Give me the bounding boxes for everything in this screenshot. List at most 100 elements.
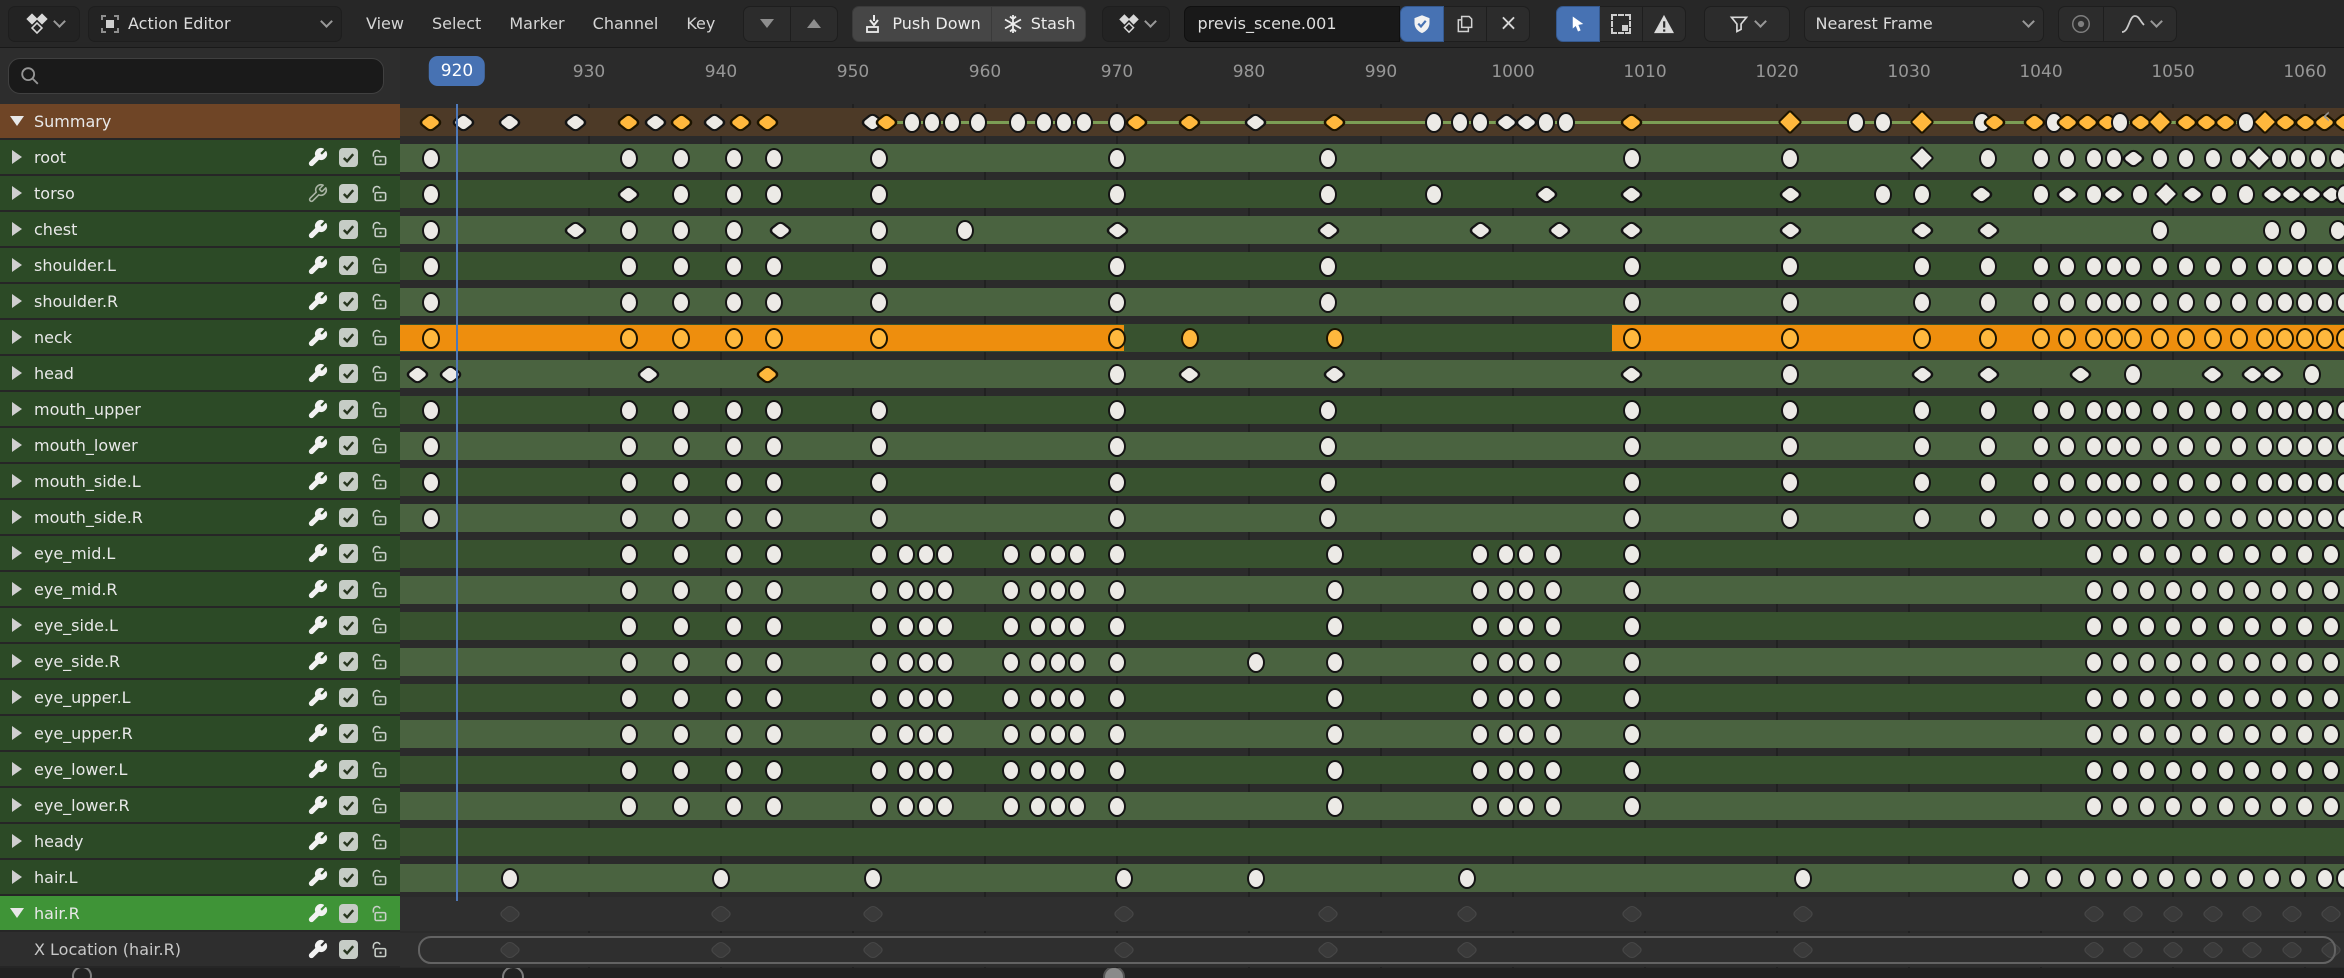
expand-icon[interactable] xyxy=(6,870,28,884)
channel-enable-checkbox[interactable] xyxy=(339,256,358,275)
horizontal-scrollbar[interactable] xyxy=(418,936,2336,964)
keyframe[interactable] xyxy=(1247,868,1265,889)
keyframe[interactable] xyxy=(2105,508,2123,529)
keyframe[interactable] xyxy=(725,220,743,241)
keyframe[interactable] xyxy=(1068,688,1086,709)
wrench-icon[interactable] xyxy=(307,147,328,168)
keyframe[interactable] xyxy=(2270,544,2288,565)
keyframe[interactable] xyxy=(2032,184,2050,205)
keyframe[interactable] xyxy=(870,544,888,565)
wrench-icon[interactable] xyxy=(307,507,328,528)
keyframe[interactable] xyxy=(1029,580,1047,601)
keyframe[interactable] xyxy=(765,760,783,781)
keyframe[interactable] xyxy=(1623,616,1641,637)
keyframe[interactable] xyxy=(2164,760,2182,781)
keyframe[interactable] xyxy=(1108,400,1126,421)
unlock-icon[interactable] xyxy=(369,219,390,240)
keyframe[interactable] xyxy=(2296,616,2314,637)
keyframe[interactable] xyxy=(917,796,935,817)
keyframe[interactable] xyxy=(1874,184,1892,205)
keyframe[interactable] xyxy=(1108,364,1126,385)
keyframe-lane-eye-mid-l[interactable] xyxy=(400,536,2344,572)
show-hidden-toggle[interactable] xyxy=(1600,6,1643,42)
keyframe[interactable] xyxy=(2243,544,2261,565)
keyframe[interactable] xyxy=(1471,616,1489,637)
keyframe[interactable] xyxy=(2296,580,2314,601)
keyframe[interactable] xyxy=(1049,544,1067,565)
keyframe[interactable] xyxy=(2058,400,2076,421)
keyframe[interactable] xyxy=(422,292,440,313)
keyframe[interactable] xyxy=(2204,328,2222,349)
keyframe[interactable] xyxy=(2085,652,2103,673)
keyframe[interactable] xyxy=(2177,508,2195,529)
unlock-icon[interactable] xyxy=(369,255,390,276)
keyframe[interactable] xyxy=(2322,796,2340,817)
keyframe[interactable] xyxy=(2105,256,2123,277)
channel-enable-checkbox[interactable] xyxy=(339,940,358,959)
keyframe[interactable] xyxy=(725,184,743,205)
keyframe[interactable] xyxy=(2270,760,2288,781)
wrench-icon[interactable] xyxy=(307,255,328,276)
keyframe[interactable] xyxy=(2124,400,2142,421)
keyframe[interactable] xyxy=(2078,868,2096,889)
keyframe-lane-hair-l[interactable] xyxy=(400,860,2344,896)
wrench-icon[interactable] xyxy=(307,327,328,348)
keyframe[interactable] xyxy=(870,436,888,457)
keyframe-lane-eye-side-r[interactable] xyxy=(400,644,2344,680)
stash-button[interactable]: Stash xyxy=(992,6,1087,42)
keyframe[interactable] xyxy=(725,544,743,565)
keyframe[interactable] xyxy=(725,148,743,169)
keyframe[interactable] xyxy=(2032,508,2050,529)
keyframe[interactable] xyxy=(2243,688,2261,709)
keyframe[interactable] xyxy=(2204,400,2222,421)
unlock-icon[interactable] xyxy=(369,399,390,420)
keyframe[interactable] xyxy=(2296,292,2314,313)
unlock-icon[interactable] xyxy=(369,363,390,384)
keyframe[interactable] xyxy=(2151,148,2169,169)
expand-icon[interactable] xyxy=(6,618,28,632)
keyframe[interactable] xyxy=(870,688,888,709)
channel-row-eye-upper-r[interactable]: eye_upper.R xyxy=(0,716,400,750)
keyframe[interactable] xyxy=(1497,580,1515,601)
keyframe[interactable] xyxy=(870,508,888,529)
keyframe[interactable] xyxy=(1319,400,1337,421)
keyframe[interactable] xyxy=(2124,292,2142,313)
keyframe[interactable] xyxy=(870,184,888,205)
keyframe[interactable] xyxy=(2138,544,2156,565)
channel-row-eye-lower-r[interactable]: eye_lower.R xyxy=(0,788,400,822)
keyframe[interactable] xyxy=(870,328,888,349)
timeline-ruler[interactable]: 9209309409509609709809901000101010201030… xyxy=(400,48,2344,104)
unlock-icon[interactable] xyxy=(369,723,390,744)
keyframe[interactable] xyxy=(1002,616,1020,637)
keyframe[interactable] xyxy=(1913,184,1931,205)
unlock-icon[interactable] xyxy=(369,615,390,636)
keyframe[interactable] xyxy=(2210,184,2228,205)
keyframe[interactable] xyxy=(1537,112,1555,133)
keyframe[interactable] xyxy=(2138,760,2156,781)
unlock-icon[interactable] xyxy=(369,867,390,888)
filter-dropdown[interactable] xyxy=(1704,6,1790,42)
keyframe[interactable] xyxy=(1544,652,1562,673)
keyframe[interactable] xyxy=(1049,652,1067,673)
keyframe[interactable] xyxy=(1108,616,1126,637)
keyframe[interactable] xyxy=(936,760,954,781)
keyframe-lane-mouth-lower[interactable] xyxy=(400,428,2344,464)
channel-enable-checkbox[interactable] xyxy=(339,616,358,635)
expand-icon[interactable] xyxy=(6,510,28,524)
keyframe[interactable] xyxy=(864,868,882,889)
keyframe[interactable] xyxy=(1544,688,1562,709)
keyframe[interactable] xyxy=(917,760,935,781)
keyframe[interactable] xyxy=(2322,724,2340,745)
keyframe[interactable] xyxy=(903,112,921,133)
keyframe[interactable] xyxy=(2296,436,2314,457)
keyframe[interactable] xyxy=(2058,292,2076,313)
keyframe[interactable] xyxy=(2256,436,2274,457)
keyframe[interactable] xyxy=(765,616,783,637)
keyframe-lane-shoulder-r[interactable] xyxy=(400,284,2344,320)
keyframe[interactable] xyxy=(2032,148,2050,169)
keyframe[interactable] xyxy=(1544,544,1562,565)
keyframe[interactable] xyxy=(1544,616,1562,637)
keyframe[interactable] xyxy=(956,220,974,241)
keyframe-lane-eye-upper-r[interactable] xyxy=(400,716,2344,752)
keyframe[interactable] xyxy=(2177,256,2195,277)
